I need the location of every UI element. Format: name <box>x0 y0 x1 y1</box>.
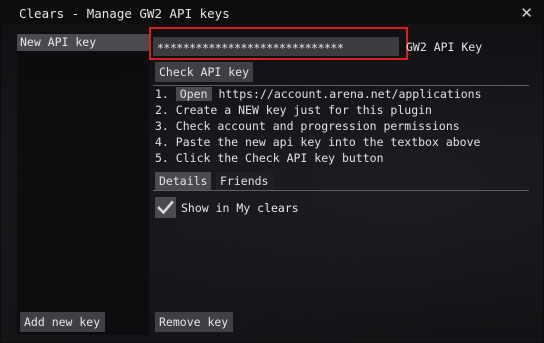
instruction-step-4: 4. Paste the new api key into the textbo… <box>155 134 482 150</box>
step-text: https://account.arena.net/applications <box>218 87 482 101</box>
tab-details[interactable]: Details <box>155 172 211 190</box>
api-key-list <box>17 33 149 335</box>
window-titlebar[interactable]: Clears - Manage GW2 API keys ✕ <box>1 1 544 25</box>
show-in-my-clears-label: Show in My clears <box>181 201 299 215</box>
details-tab-bar: Details Friends <box>153 171 529 191</box>
step-text: Paste the new api key into the textbox a… <box>175 135 481 149</box>
instruction-step-1: 1. Open https://account.arena.net/applic… <box>155 86 482 102</box>
api-key-list-item[interactable]: New API key <box>17 34 149 51</box>
step-text: Check account and progression permission… <box>175 119 460 133</box>
instruction-step-2: 2. Create a NEW key just for this plugin <box>155 102 482 118</box>
open-link-button[interactable]: Open <box>175 87 212 101</box>
check-api-key-button[interactable]: Check API key <box>155 62 253 82</box>
step-number: 1. <box>155 87 169 101</box>
step-number: 2. <box>155 103 169 117</box>
add-new-key-button[interactable]: Add new key <box>20 312 105 332</box>
window-title: Clears - Manage GW2 API keys <box>19 6 230 21</box>
remove-key-button[interactable]: Remove key <box>155 312 233 332</box>
api-key-input[interactable] <box>153 37 399 56</box>
close-icon[interactable]: ✕ <box>520 4 533 22</box>
tab-friends[interactable]: Friends <box>216 172 274 190</box>
step-text: Click the Check API key button <box>175 151 384 165</box>
instructions-list: 1. Open https://account.arena.net/applic… <box>155 86 482 166</box>
checkmark-icon <box>157 200 174 215</box>
instruction-step-3: 3. Check account and progression permiss… <box>155 118 482 134</box>
instruction-step-5: 5. Click the Check API key button <box>155 150 482 166</box>
manage-api-keys-window: Clears - Manage GW2 API keys ✕ New API k… <box>0 0 544 343</box>
step-number: 5. <box>155 151 169 165</box>
api-key-input-label: GW2 API Key <box>406 40 483 54</box>
step-number: 4. <box>155 135 169 149</box>
show-in-my-clears-checkbox[interactable] <box>155 197 176 218</box>
step-text: Create a NEW key just for this plugin <box>175 103 432 117</box>
step-number: 3. <box>155 119 169 133</box>
